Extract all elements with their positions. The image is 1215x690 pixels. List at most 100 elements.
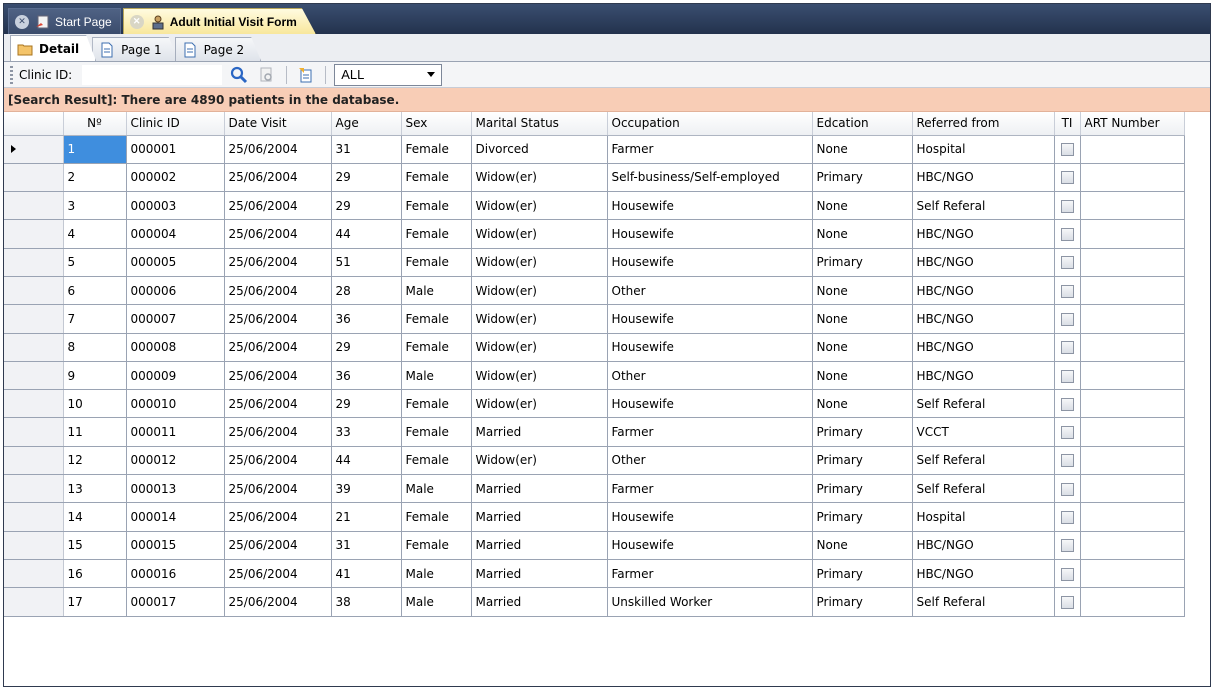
cell-age[interactable]: 44 [331, 446, 402, 476]
cell-ti[interactable] [1054, 361, 1081, 391]
cell-date-visit[interactable]: 25/06/2004 [224, 531, 332, 560]
cell-referred-from[interactable]: Self Referal [912, 446, 1055, 476]
cell-marital-status[interactable]: Married [471, 587, 608, 617]
ti-checkbox[interactable] [1060, 511, 1074, 524]
cell-no[interactable]: 4 [63, 219, 127, 249]
cell-age[interactable]: 36 [331, 304, 402, 334]
cell-marital-status[interactable]: Married [471, 417, 608, 447]
cell-marital-status[interactable]: Married [471, 559, 608, 589]
col-occupation-header[interactable]: Occupation [607, 112, 813, 136]
cell-education[interactable]: Primary [812, 502, 913, 532]
cell-no[interactable]: 1 [63, 135, 127, 164]
cell-no[interactable]: 16 [63, 559, 127, 589]
cell-education[interactable]: None [812, 333, 913, 362]
cell-no[interactable]: 8 [63, 333, 127, 362]
col-age-header[interactable]: Age [331, 112, 402, 136]
cell-date-visit[interactable]: 25/06/2004 [224, 135, 332, 164]
cell-age[interactable]: 36 [331, 361, 402, 391]
cell-clinic-id[interactable]: 000016 [126, 559, 225, 589]
cell-marital-status[interactable]: Widow(er) [471, 276, 608, 306]
cell-sex[interactable]: Male [401, 361, 472, 391]
cell-clinic-id[interactable]: 000017 [126, 587, 225, 617]
cell-age[interactable]: 29 [331, 191, 402, 221]
cell-clinic-id[interactable]: 000013 [126, 474, 225, 504]
cell-clinic-id[interactable]: 000006 [126, 276, 225, 306]
cell-sex[interactable]: Female [401, 333, 472, 362]
cell-art-number[interactable] [1080, 191, 1185, 221]
cell-art-number[interactable] [1080, 333, 1185, 362]
cell-referred-from[interactable]: Hospital [912, 502, 1055, 532]
ti-checkbox[interactable] [1060, 256, 1074, 270]
cell-date-visit[interactable]: 25/06/2004 [224, 276, 332, 306]
cell-education[interactable]: None [812, 389, 913, 419]
cell-age[interactable]: 38 [331, 587, 402, 617]
cell-age[interactable]: 29 [331, 389, 402, 419]
cell-art-number[interactable] [1080, 446, 1185, 476]
cell-art-number[interactable] [1080, 474, 1185, 504]
row-selector[interactable] [4, 417, 64, 447]
cell-ti[interactable] [1054, 502, 1081, 532]
cell-occupation[interactable]: Housewife [607, 304, 813, 334]
new-record-button[interactable] [295, 64, 317, 86]
tab-page-1[interactable]: Page 1 [92, 37, 179, 61]
cell-occupation[interactable]: Housewife [607, 191, 813, 221]
ti-checkbox[interactable] [1060, 228, 1074, 242]
cell-no[interactable]: 2 [63, 163, 127, 193]
row-selector[interactable] [4, 474, 64, 504]
cell-age[interactable]: 33 [331, 417, 402, 447]
cell-marital-status[interactable]: Widow(er) [471, 333, 608, 362]
cell-occupation[interactable]: Farmer [607, 474, 813, 504]
cell-referred-from[interactable]: HBC/NGO [912, 559, 1055, 589]
close-icon[interactable]: ✕ [130, 15, 144, 29]
cell-sex[interactable]: Female [401, 191, 472, 221]
cell-age[interactable]: 21 [331, 502, 402, 532]
row-selector[interactable] [4, 587, 64, 617]
cell-date-visit[interactable]: 25/06/2004 [224, 248, 332, 277]
row-selector[interactable] [4, 163, 64, 193]
search-button[interactable] [228, 64, 250, 86]
row-selector[interactable] [4, 304, 64, 334]
cell-education[interactable]: Primary [812, 248, 913, 277]
table-row[interactable]: 7 000007 25/06/2004 36 Female Widow(er) Housew… [4, 304, 1185, 334]
cell-age[interactable]: 31 [331, 531, 402, 560]
table-row[interactable]: 1 000001 25/06/2004 31 Female Divorced Farmer N… [4, 135, 1185, 164]
cell-age[interactable]: 51 [331, 248, 402, 277]
cell-date-visit[interactable]: 25/06/2004 [224, 502, 332, 532]
cell-marital-status[interactable]: Widow(er) [471, 389, 608, 419]
table-row[interactable]: 6 000006 25/06/2004 28 Male Widow(er) Other Non… [4, 276, 1185, 306]
col-clinic-id-header[interactable]: Clinic ID [126, 112, 225, 136]
cell-no[interactable]: 11 [63, 417, 127, 447]
ti-checkbox[interactable] [1060, 369, 1074, 383]
cell-sex[interactable]: Female [401, 304, 472, 334]
cell-clinic-id[interactable]: 000011 [126, 417, 225, 447]
tab-detail[interactable]: Detail [10, 35, 96, 61]
cell-education[interactable]: Primary [812, 474, 913, 504]
cell-clinic-id[interactable]: 000009 [126, 361, 225, 391]
table-row[interactable]: 4 000004 25/06/2004 44 Female Widow(er) Housew… [4, 219, 1185, 249]
table-row[interactable]: 15 000015 25/06/2004 31 Female Married Housewi… [4, 531, 1185, 560]
cell-marital-status[interactable]: Widow(er) [471, 191, 608, 221]
ti-checkbox[interactable] [1060, 397, 1074, 411]
row-selector[interactable] [4, 446, 64, 476]
row-selector[interactable] [4, 502, 64, 532]
cell-referred-from[interactable]: HBC/NGO [912, 361, 1055, 391]
table-row[interactable]: 16 000016 25/06/2004 41 Male Married Farmer Pri… [4, 559, 1185, 589]
cell-education[interactable]: None [812, 361, 913, 391]
cell-occupation[interactable]: Farmer [607, 417, 813, 447]
table-row[interactable]: 12 000012 25/06/2004 44 Female Widow(er) Other… [4, 446, 1185, 476]
cell-date-visit[interactable]: 25/06/2004 [224, 191, 332, 221]
cell-ti[interactable] [1054, 163, 1081, 193]
cell-ti[interactable] [1054, 389, 1081, 419]
row-selector[interactable] [4, 276, 64, 306]
cell-no[interactable]: 17 [63, 587, 127, 617]
cell-marital-status[interactable]: Widow(er) [471, 248, 608, 277]
cell-referred-from[interactable]: VCCT [912, 417, 1055, 447]
cell-referred-from[interactable]: HBC/NGO [912, 248, 1055, 277]
cell-age[interactable]: 31 [331, 135, 402, 164]
cell-clinic-id[interactable]: 000014 [126, 502, 225, 532]
find-in-page-button[interactable] [256, 64, 278, 86]
cell-sex[interactable]: Female [401, 389, 472, 419]
cell-no[interactable]: 9 [63, 361, 127, 391]
cell-education[interactable]: None [812, 276, 913, 306]
cell-no[interactable]: 7 [63, 304, 127, 334]
